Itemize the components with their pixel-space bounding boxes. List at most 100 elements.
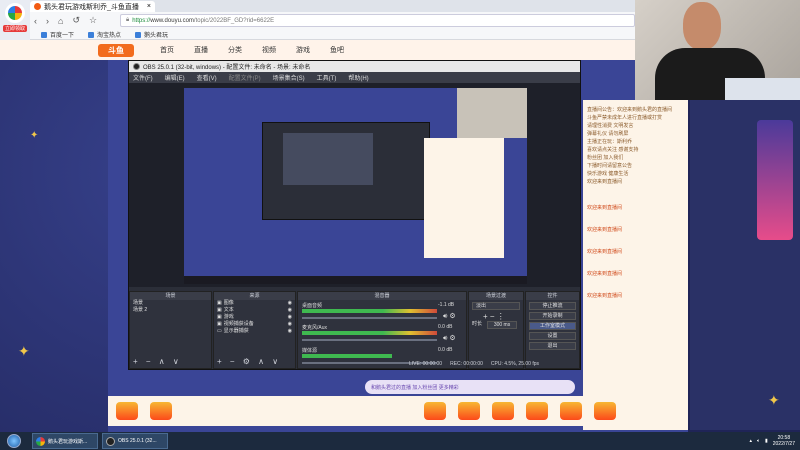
volume-slider[interactable] <box>302 339 437 341</box>
address-bar[interactable]: 🔒︎ https://www.douyu.com/topic/2022BF_GD… <box>120 14 635 27</box>
taskbar-obs[interactable]: OBS 25.0.1 (32... <box>102 433 168 449</box>
chat-welcome: 欢迎来到直播间 <box>587 293 623 299</box>
menu-tools[interactable]: 工具(T) <box>317 73 337 82</box>
dock-title: 场景过渡 <box>469 292 523 300</box>
source-item[interactable]: ▣ 游戏 ◉ <box>214 314 295 321</box>
chat-message: 欢迎来到直播间 <box>587 179 623 185</box>
eye-icon: ◉ <box>287 328 292 334</box>
mixer-dock: 混音器 桌面音频 -1.1 dB 🔊︎ ⚙ 麦克风/Aux 0.0 dB 🔊︎ … <box>297 291 467 369</box>
taskbar-browser[interactable]: 鹅头君玩游戏斯... <box>32 433 98 449</box>
chat-message: 斗鱼严禁未成年人进行直播或打赏 <box>587 115 663 121</box>
douyu-nav: 首页 直播 分类 视频 游戏 鱼吧 <box>0 40 635 60</box>
speaker-icon[interactable]: 🔊︎ ⚙ <box>443 312 456 321</box>
source-item[interactable]: ▣ 图像 ◉ <box>214 300 295 307</box>
bookmark-item[interactable]: 百度一下 <box>41 30 74 39</box>
gift-icon[interactable] <box>424 402 446 420</box>
dock-title: 场景 <box>130 292 211 300</box>
exit-button[interactable]: 退出 <box>529 342 576 350</box>
source-toolbar[interactable]: + − ⚙ ∧ ∨ <box>217 357 281 366</box>
star-decoration: ✦ <box>30 130 39 141</box>
douyu-logo[interactable]: 斗鱼 <box>98 44 134 57</box>
audio-meter <box>302 309 437 313</box>
clock[interactable]: 20:58 2022/7/27 <box>773 435 795 447</box>
promo-widget[interactable] <box>757 120 793 240</box>
mixer-label: 桌面音频 <box>302 303 323 309</box>
mixer-label: 媒体源 <box>302 348 318 354</box>
source-item[interactable]: ▣ 视频捕获设备 ◉ <box>214 321 295 328</box>
back-icon[interactable]: ‹ <box>34 16 37 26</box>
volume-icon[interactable]: 🔈︎ <box>757 438 760 444</box>
bookmark-item[interactable]: 淘宝热点 <box>88 30 121 39</box>
menu-view[interactable]: 查看(V) <box>197 73 217 82</box>
controls-dock: 控件 停止推流 开始录制 工作室模式 设置 退出 <box>525 291 580 369</box>
menu-edit[interactable]: 编辑(E) <box>165 73 185 82</box>
obs-statusbar: LIVE: 00:00:00 REC: 00:00:00 CPU: 4.5%, … <box>409 361 579 369</box>
live-time: LIVE: 00:00:00 <box>409 361 443 367</box>
image-icon: ▣ <box>217 300 222 306</box>
volume-slider[interactable] <box>302 317 437 319</box>
chat-message: 粉丝团 加入我们 <box>587 155 624 161</box>
dock-title: 混音器 <box>298 292 466 300</box>
browser-tab[interactable]: 鹅头君玩游戏斯利乔_斗鱼直播 × <box>30 1 155 12</box>
scene-toolbar[interactable]: + − ∧ ∨ <box>133 357 182 366</box>
scene-item[interactable]: 场景 <box>130 300 211 307</box>
text-icon: ▣ <box>217 307 222 313</box>
nav-item[interactable]: 鱼吧 <box>330 45 344 55</box>
gift-icon[interactable] <box>492 402 514 420</box>
chat-panel[interactable]: 直播间公告：欢迎来到鹅头君的直播间 斗鱼严禁未成年人进行直播或打赏 请理性消费 … <box>583 100 688 430</box>
menu-profile[interactable]: 配置文件(P) <box>229 73 261 82</box>
nav-item[interactable]: 直播 <box>194 45 208 55</box>
danmu-input[interactable]: 和鹅头君过的直播 加入粉丝团 更多精彩 <box>365 380 575 394</box>
nav-item[interactable]: 首页 <box>160 45 174 55</box>
eye-icon: ◉ <box>287 314 292 320</box>
obs-titlebar[interactable]: OBS 25.0.1 (32-bit, windows) - 配置文件: 未命名… <box>129 61 580 72</box>
bookmark-item[interactable]: 鹅头君玩 <box>135 30 168 39</box>
eye-icon: ◉ <box>287 321 292 327</box>
duration-input[interactable]: 300 ms <box>487 320 518 329</box>
start-recording-button[interactable]: 开始录制 <box>529 312 576 320</box>
menu-help[interactable]: 帮助(H) <box>348 73 368 82</box>
gift-icon[interactable] <box>594 402 616 420</box>
gift-icon[interactable] <box>526 402 548 420</box>
douyu-favicon-icon <box>34 3 41 10</box>
settings-button[interactable]: 设置 <box>529 332 576 340</box>
chat-message: 下播时间请留意公告 <box>587 163 633 169</box>
chat-message: 主播正在玩：斯利乔 <box>587 139 633 145</box>
game-icon: ▣ <box>217 314 222 320</box>
mixer-db: 0.0 dB <box>438 324 453 330</box>
start-button[interactable] <box>0 432 28 450</box>
star-decoration: ✦ <box>18 343 30 359</box>
star-icon[interactable]: ☆ <box>89 15 97 26</box>
obs-preview[interactable] <box>129 83 580 287</box>
stop-streaming-button[interactable]: 停止推流 <box>529 302 576 310</box>
obs-menubar: 文件(F) 编辑(E) 查看(V) 配置文件(P) 场景集合(S) 工具(T) … <box>129 72 580 83</box>
promo-badge[interactable]: 立即领取 <box>2 25 27 32</box>
source-item[interactable]: ▭ 显示器捕获 ◉ <box>214 328 295 335</box>
undo-icon[interactable]: ↺ <box>72 15 80 26</box>
gift-icon[interactable] <box>150 402 172 420</box>
nav-item[interactable]: 视频 <box>262 45 276 55</box>
forward-icon[interactable]: › <box>46 16 49 26</box>
browser-logo[interactable]: 立即领取 <box>0 0 30 40</box>
nav-item[interactable]: 游戏 <box>296 45 310 55</box>
obs-window[interactable]: OBS 25.0.1 (32-bit, windows) - 配置文件: 未命名… <box>128 60 581 370</box>
transition-select[interactable]: 淡出 <box>472 302 520 310</box>
close-icon[interactable]: × <box>147 3 151 10</box>
nested-webcam <box>457 88 527 138</box>
browser-icon <box>36 436 45 446</box>
source-item[interactable]: ▣ 文本 ◉ <box>214 307 295 314</box>
nav-item[interactable]: 分类 <box>228 45 242 55</box>
chat-message: 弹幕礼仪 请勿刷屏 <box>587 131 629 137</box>
menu-file[interactable]: 文件(F) <box>133 73 153 82</box>
windows-icon <box>7 434 21 448</box>
gift-icon[interactable] <box>560 402 582 420</box>
gift-icon[interactable] <box>116 402 138 420</box>
scene-item[interactable]: 场景 2 <box>130 307 211 314</box>
menu-scene-collection[interactable]: 场景集合(S) <box>273 73 305 82</box>
studio-mode-button[interactable]: 工作室模式 <box>529 322 576 330</box>
speaker-icon[interactable]: 🔊︎ ⚙ <box>443 334 456 343</box>
network-icon[interactable]: ▴ <box>749 438 752 444</box>
wifi-icon[interactable]: ▮ <box>765 438 768 444</box>
home-icon[interactable]: ⌂ <box>58 16 63 26</box>
gift-icon[interactable] <box>458 402 480 420</box>
